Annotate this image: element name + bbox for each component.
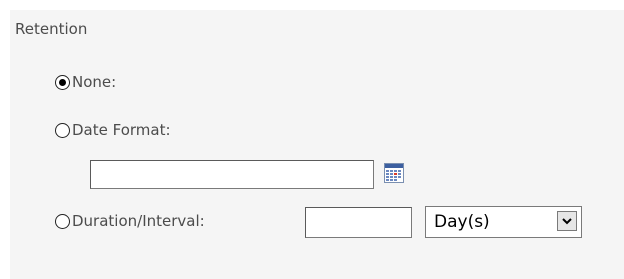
- option-none-row[interactable]: None:: [55, 73, 116, 91]
- section-label-retention: Retention: [15, 20, 88, 38]
- retention-panel: [10, 10, 624, 279]
- radio-duration[interactable]: [55, 213, 70, 229]
- option-date-format-label: Date Format:: [72, 121, 171, 139]
- option-duration-label: Duration/Interval:: [72, 212, 205, 230]
- calendar-icon[interactable]: [384, 163, 404, 183]
- option-duration-row[interactable]: Duration/Interval:: [55, 212, 205, 230]
- date-format-input[interactable]: [90, 160, 374, 189]
- radio-none[interactable]: [55, 74, 70, 90]
- duration-unit-selected: Day(s): [434, 212, 490, 232]
- radio-selected-dot: [59, 78, 66, 86]
- duration-input[interactable]: [305, 207, 412, 238]
- option-none-label: None:: [72, 73, 117, 91]
- chevron-down-icon[interactable]: [557, 211, 577, 231]
- option-date-format-row[interactable]: Date Format:: [55, 121, 171, 139]
- radio-date-format[interactable]: [55, 122, 70, 138]
- duration-unit-select[interactable]: Day(s): [425, 206, 582, 238]
